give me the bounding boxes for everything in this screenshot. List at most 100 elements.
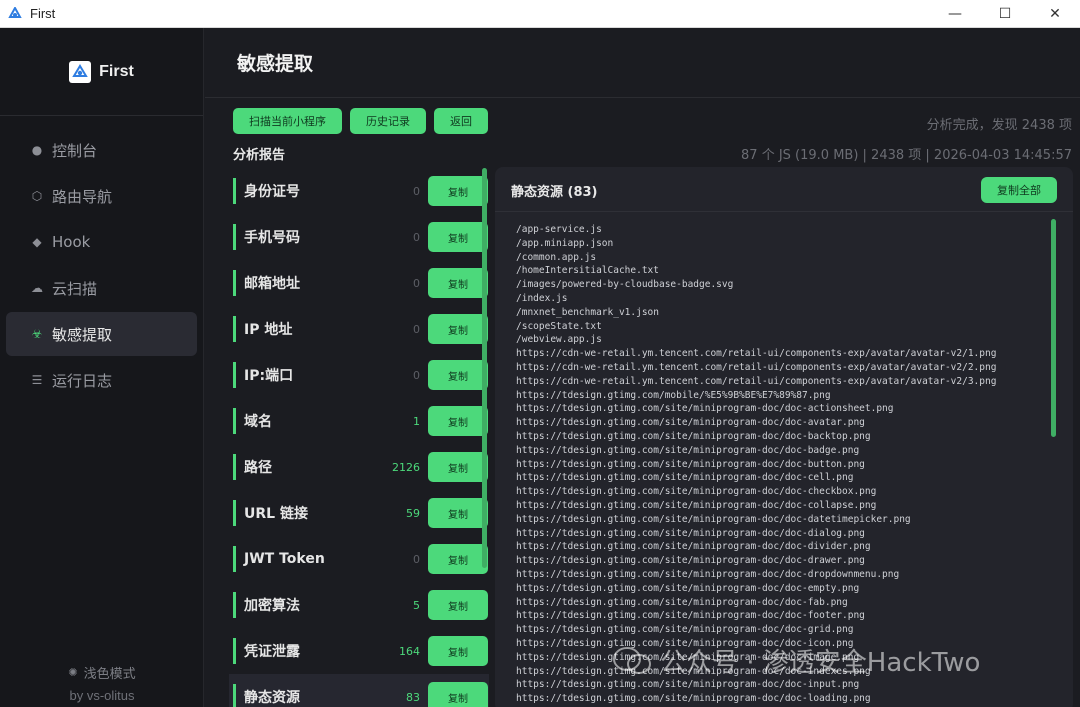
page-header: 敏感提取 [205, 28, 1080, 98]
category-accent-bar [233, 454, 236, 480]
category-accent-bar [233, 270, 236, 296]
resource-path: https://tdesign.gtimg.com/site/miniprogr… [516, 486, 877, 498]
copy-button[interactable]: 复制 [428, 314, 488, 344]
resource-path: https://tdesign.gtimg.com/site/miniprogr… [516, 444, 860, 456]
panel-divider [495, 211, 1073, 212]
resource-path: /webview.app.js [516, 334, 602, 346]
category-accent-bar [233, 546, 236, 572]
category-accent-bar [233, 592, 236, 618]
resource-path: https://tdesign.gtimg.com/site/miniprogr… [516, 458, 865, 470]
category-accent-bar [233, 500, 236, 526]
sidebar-item-label: 控制台 [52, 141, 98, 160]
brand-logo-icon [69, 60, 92, 83]
category-accent-bar [233, 408, 236, 434]
resource-list: /app-service.js/app.miniapp.json/common.… [516, 223, 1056, 707]
copy-button[interactable]: 复制 [428, 498, 488, 528]
sidebar-footer: ✺ 浅色模式 by vs-olitus [0, 660, 204, 704]
category-item[interactable]: IP 地址 0 复制 [229, 306, 489, 352]
category-item[interactable]: JWT Token 0 复制 [229, 536, 489, 582]
sidebar: First ● 控制台 ⬡ 路由导航 ◆ Hook ☁ 云扫描 ☣ 敏感提取 ☰ 运行日志 ✺ 浅色模… [0, 28, 204, 707]
resource-path: /common.app.js [516, 251, 597, 263]
category-item[interactable]: 静态资源 83 复制 [229, 674, 489, 707]
maximize-button[interactable]: ☐ [980, 0, 1030, 28]
category-item[interactable]: 路径 2126 复制 [229, 444, 489, 490]
category-item[interactable]: 手机号码 0 复制 [229, 214, 489, 260]
resource-path: https://tdesign.gtimg.com/site/miniprogr… [516, 610, 865, 622]
category-accent-bar [233, 316, 236, 342]
diamond-icon: ◆ [32, 235, 42, 249]
page-title: 敏感提取 [237, 53, 314, 75]
copy-all-button[interactable]: 复制全部 [981, 177, 1057, 203]
sidebar-nav: ● 控制台 ⬡ 路由导航 ◆ Hook ☁ 云扫描 ☣ 敏感提取 ☰ 运行日志 [0, 116, 203, 402]
copy-button[interactable]: 复制 [428, 452, 488, 482]
copy-button[interactable]: 复制 [428, 360, 488, 390]
category-list: 身份证号 0 复制 手机号码 0 复制 邮箱地址 0 复制 IP 地址 0 复制 IP:端口 0 复制域名 1… [229, 168, 489, 707]
category-count: 59 [406, 506, 420, 520]
category-label: 身份证号 [244, 184, 300, 200]
category-item[interactable]: IP:端口 0 复制 [229, 352, 489, 398]
resource-path: /app.miniapp.json [516, 237, 614, 249]
copy-button[interactable]: 复制 [428, 406, 488, 436]
sidebar-item-label: 云扫描 [52, 279, 98, 298]
category-item[interactable]: 邮箱地址 0 复制 [229, 260, 489, 306]
copy-button[interactable]: 复制 [428, 176, 488, 206]
wechat-icon [613, 646, 651, 674]
detail-panel: 静态资源 (83) 复制全部 /app-service.js/app.minia… [495, 167, 1073, 707]
copy-button[interactable]: 复制 [428, 636, 488, 666]
window-controls: — ☐ ✕ [930, 0, 1080, 28]
window-titlebar: First — ☐ ✕ [0, 0, 1080, 28]
sidebar-item-label: Hook [52, 233, 91, 251]
category-accent-bar [233, 224, 236, 250]
minimize-button[interactable]: — [930, 0, 980, 28]
cloud-icon: ☁ [31, 281, 43, 295]
copy-button[interactable]: 复制 [428, 544, 488, 574]
back-button[interactable]: 返回 [434, 108, 488, 134]
dot-icon: ● [31, 143, 43, 157]
sidebar-item-3[interactable]: ☁ 云扫描 [6, 266, 197, 310]
copy-button[interactable]: 复制 [428, 590, 488, 620]
sidebar-item-5[interactable]: ☰ 运行日志 [6, 358, 197, 402]
category-count: 83 [406, 690, 420, 704]
category-label: IP:端口 [244, 368, 294, 384]
category-count: 1 [413, 414, 420, 428]
category-label: 静态资源 [244, 690, 300, 706]
analysis-stats: 87 个 JS (19.0 MB) | 2438 项 | 2026-04-03 … [741, 148, 1072, 163]
category-accent-bar [233, 638, 236, 664]
resource-path: https://tdesign.gtimg.com/site/miniprogr… [516, 527, 865, 539]
category-item[interactable]: URL 链接 59 复制 [229, 490, 489, 536]
author-credit: by vs-olitus [69, 688, 135, 703]
history-button[interactable]: 历史记录 [350, 108, 426, 134]
hexagon-icon: ⬡ [31, 189, 43, 203]
category-label: 域名 [244, 414, 272, 430]
resource-path: https://tdesign.gtimg.com/site/miniprogr… [516, 624, 854, 636]
resource-path: /index.js [516, 292, 568, 304]
brand: First [0, 28, 203, 116]
toolbar: 扫描当前小程序 历史记录 返回 [233, 108, 488, 134]
copy-button[interactable]: 复制 [428, 682, 488, 707]
analysis-status: 分析完成，发现 2438 项 [926, 118, 1072, 133]
category-scrollbar[interactable] [482, 168, 487, 568]
resource-path: /app-service.js [516, 224, 602, 235]
sidebar-item-1[interactable]: ⬡ 路由导航 [6, 174, 197, 218]
category-item[interactable]: 身份证号 0 复制 [229, 168, 489, 214]
sidebar-item-0[interactable]: ● 控制台 [6, 128, 197, 172]
category-item[interactable]: 加密算法 5 复制 [229, 582, 489, 628]
resource-scrollbar[interactable] [1051, 219, 1056, 437]
theme-toggle[interactable]: ✺ 浅色模式 [0, 660, 204, 684]
resource-path: https://tdesign.gtimg.com/site/miniprogr… [516, 693, 871, 705]
sidebar-item-4[interactable]: ☣ 敏感提取 [6, 312, 197, 356]
copy-button[interactable]: 复制 [428, 268, 488, 298]
category-item[interactable]: 域名 1 复制 [229, 398, 489, 444]
resource-path: /images/powered-by-cloudbase-badge.svg [516, 279, 734, 291]
panel-title: 静态资源 (83) [511, 185, 598, 200]
biohazard-icon: ☣ [31, 327, 43, 341]
category-label: IP 地址 [244, 322, 293, 338]
watermark-text: 公众号 · 渗透安全HackTwo [660, 648, 981, 678]
sidebar-item-2[interactable]: ◆ Hook [6, 220, 197, 264]
resource-path: https://tdesign.gtimg.com/site/miniprogr… [516, 555, 865, 567]
close-button[interactable]: ✕ [1030, 0, 1080, 28]
scan-miniprogram-button[interactable]: 扫描当前小程序 [233, 108, 342, 134]
category-item[interactable]: 凭证泄露 164 复制 [229, 628, 489, 674]
copy-button[interactable]: 复制 [428, 222, 488, 252]
resource-path: https://cdn-we-retail.ym.tencent.com/ret… [516, 348, 997, 360]
